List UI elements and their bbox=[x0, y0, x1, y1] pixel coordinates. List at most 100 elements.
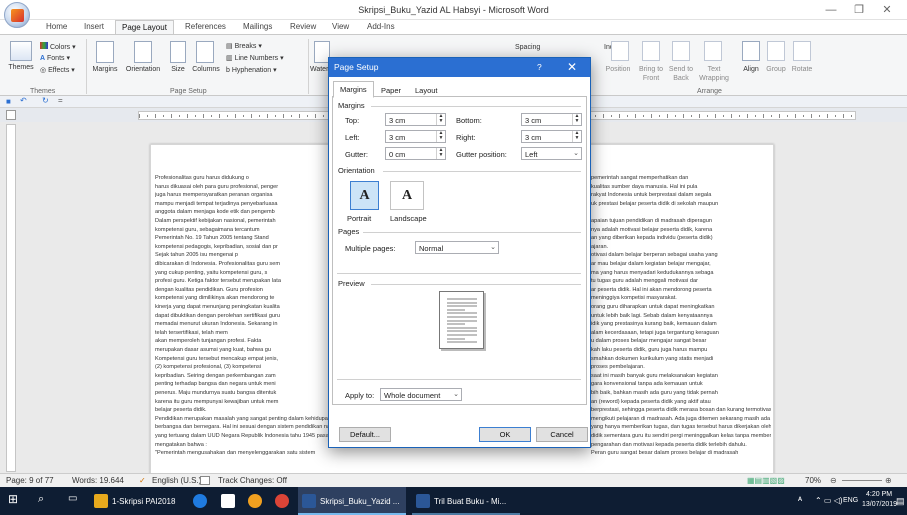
multiple-pages-select[interactable]: Normal ⌄ bbox=[415, 241, 499, 254]
language-indicator[interactable]: English (U.S.) bbox=[152, 476, 201, 485]
windows-start-icon[interactable]: ⊞ bbox=[8, 492, 18, 506]
send-to-back-icon bbox=[672, 41, 690, 61]
task-view-icon[interactable]: ▭ bbox=[68, 493, 77, 504]
tab-insert[interactable]: Insert bbox=[84, 22, 104, 31]
send-to-back-button[interactable]: Send to Back bbox=[664, 65, 698, 83]
word-count[interactable]: Words: 19.644 bbox=[72, 476, 124, 485]
document-text-line: dapat dibuktikan dengan perolehan sertif… bbox=[155, 312, 281, 319]
landscape-option[interactable]: A bbox=[390, 181, 424, 210]
clock-date[interactable]: 13/07/2019 bbox=[862, 501, 897, 508]
zoom-slider[interactable] bbox=[842, 480, 882, 481]
spinner-arrows-icon[interactable]: ▲ ▼ bbox=[436, 114, 445, 125]
orientation-button[interactable]: Orientation bbox=[121, 65, 165, 74]
tab-home[interactable]: Home bbox=[46, 22, 67, 31]
proofing-icon[interactable]: ✓ bbox=[139, 476, 146, 485]
gutter-position-select[interactable]: Left ⌄ bbox=[521, 147, 582, 160]
tab-mailings[interactable]: Mailings bbox=[243, 22, 272, 31]
size-button[interactable]: Size bbox=[166, 65, 190, 74]
spinner-arrows-icon[interactable]: ▲ ▼ bbox=[572, 114, 581, 125]
word-icon[interactable] bbox=[416, 494, 430, 508]
spinner-arrows-icon[interactable]: ▲ ▼ bbox=[436, 148, 445, 159]
tab-add-ins[interactable]: Add-Ins bbox=[367, 22, 395, 31]
search-icon[interactable]: ⌕ bbox=[38, 493, 44, 506]
document-text-line: penerus. Maju mundurnya suatu bangsa dit… bbox=[155, 390, 277, 396]
vertical-ruler[interactable] bbox=[6, 124, 16, 472]
word-icon[interactable] bbox=[302, 494, 316, 508]
zoom-in-icon[interactable]: ⊕ bbox=[885, 476, 892, 485]
right-margin-input[interactable]: 3 cm ▲ ▼ bbox=[521, 130, 582, 143]
cancel-button[interactable]: Cancel bbox=[536, 427, 588, 442]
spinner-arrows-icon[interactable]: ▲ ▼ bbox=[572, 131, 581, 142]
position-button[interactable]: Position bbox=[598, 65, 638, 74]
close-button[interactable]: ✕ bbox=[873, 2, 901, 18]
maximize-button[interactable]: ❐ bbox=[845, 2, 873, 18]
document-text-line: untuk lebih baik lagi. Sebab dalam kenya… bbox=[591, 312, 713, 319]
tab-page-layout[interactable]: Page Layout bbox=[115, 20, 174, 35]
folder-icon[interactable] bbox=[94, 494, 108, 508]
themes-button[interactable]: Themes bbox=[4, 63, 38, 72]
effects-button[interactable]: ◎ Effects ▾ bbox=[40, 66, 75, 75]
align-button[interactable]: Align bbox=[738, 65, 764, 74]
zoom-level[interactable]: 70% bbox=[805, 476, 821, 485]
tab-view[interactable]: View bbox=[332, 22, 349, 31]
dialog-tab-margins[interactable]: Margins bbox=[333, 81, 374, 98]
taskbar-item-folder[interactable]: 1-Skripsi PAI2018 bbox=[112, 497, 175, 506]
page-count[interactable]: Page: 9 of 77 bbox=[6, 476, 54, 485]
left-margin-input[interactable]: 3 cm ▲ ▼ bbox=[385, 130, 446, 143]
preview-section-label: Preview bbox=[338, 279, 365, 288]
hyphenation-button[interactable]: b Hyphenation ▾ bbox=[226, 66, 277, 75]
page-setup-dialog: Page Setup ? ✕ Margins Paper Layout Marg… bbox=[328, 57, 591, 448]
zoom-out-icon[interactable]: ⊖ bbox=[830, 476, 837, 485]
redo-icon[interactable]: ↻ bbox=[42, 96, 49, 105]
apply-to-select[interactable]: Whole document ⌄ bbox=[380, 388, 462, 401]
ok-button[interactable]: OK bbox=[479, 427, 531, 442]
fonts-button[interactable]: A Fonts ▾ bbox=[40, 54, 70, 63]
store-icon[interactable] bbox=[221, 494, 235, 508]
language-tray[interactable]: ENG bbox=[843, 497, 858, 504]
macro-icon[interactable] bbox=[200, 476, 210, 485]
tab-references[interactable]: References bbox=[185, 22, 226, 31]
people-icon[interactable]: ᴬ bbox=[798, 495, 802, 505]
clock-time[interactable]: 4:20 PM bbox=[866, 491, 892, 498]
tray-icons[interactable]: ⌃ ▭ ◁) bbox=[815, 496, 843, 505]
colors-button[interactable]: Colors ▾ bbox=[40, 42, 76, 52]
media-icon[interactable] bbox=[248, 494, 262, 508]
undo-icon[interactable]: ↶ bbox=[20, 96, 27, 105]
ruler-tick bbox=[619, 114, 620, 118]
track-changes-status[interactable]: Track Changes: Off bbox=[218, 476, 287, 485]
document-text-line: proses pembelajaran. bbox=[591, 364, 645, 371]
edge-icon[interactable] bbox=[193, 494, 207, 508]
notification-icon[interactable]: ▤ bbox=[896, 496, 905, 507]
tab-selector-icon[interactable] bbox=[6, 110, 16, 120]
group-button[interactable]: Group bbox=[763, 65, 789, 74]
document-text-line: bih baik, bahkan masih ada guru yang tid… bbox=[591, 390, 718, 396]
customize-qat-icon[interactable]: = bbox=[58, 96, 63, 105]
minimize-button[interactable]: — bbox=[817, 2, 845, 18]
help-icon[interactable]: ? bbox=[537, 62, 542, 72]
ruler-tick bbox=[171, 114, 172, 118]
columns-button[interactable]: Columns bbox=[190, 65, 222, 74]
tab-review[interactable]: Review bbox=[290, 22, 316, 31]
bring-to-front-button[interactable]: Bring to Front bbox=[634, 65, 668, 83]
breaks-button[interactable]: ▤ Breaks ▾ bbox=[226, 42, 262, 51]
chrome-icon[interactable] bbox=[275, 494, 289, 508]
taskbar-item-word-tril[interactable]: Tril Buat Buku - Mi... bbox=[434, 497, 506, 506]
set-as-default-button[interactable]: Default... bbox=[339, 427, 391, 442]
spinner-arrows-icon[interactable]: ▲ ▼ bbox=[436, 131, 445, 142]
ruler-tick bbox=[251, 114, 252, 118]
taskbar-item-word-skripsi[interactable]: Skripsi_Buku_Yazid ... bbox=[320, 497, 399, 506]
line-numbers-button[interactable]: ▥ Line Numbers ▾ bbox=[226, 54, 284, 63]
rotate-button[interactable]: Rotate bbox=[788, 65, 816, 74]
document-text-line: Profesionalitas guru harus didukung o bbox=[155, 175, 249, 181]
view-buttons-icon[interactable]: ▦▤▥▧▨ bbox=[747, 476, 785, 485]
dialog-close-icon[interactable]: ✕ bbox=[567, 60, 577, 74]
gutter-input[interactable]: 0 cm ▲ ▼ bbox=[385, 147, 446, 160]
bottom-margin-input[interactable]: 3 cm ▲ ▼ bbox=[521, 113, 582, 126]
margins-button[interactable]: Margins bbox=[88, 65, 122, 74]
text-wrapping-button[interactable]: Text Wrapping bbox=[694, 65, 734, 83]
portrait-option[interactable]: A bbox=[350, 181, 379, 210]
top-margin-input[interactable]: 3 cm ▲ ▼ bbox=[385, 113, 446, 126]
office-button[interactable] bbox=[4, 2, 30, 28]
window-title: Skripsi_Buku_Yazid AL Habsyi - Microsoft… bbox=[358, 5, 549, 15]
save-icon[interactable]: ■ bbox=[6, 97, 11, 106]
